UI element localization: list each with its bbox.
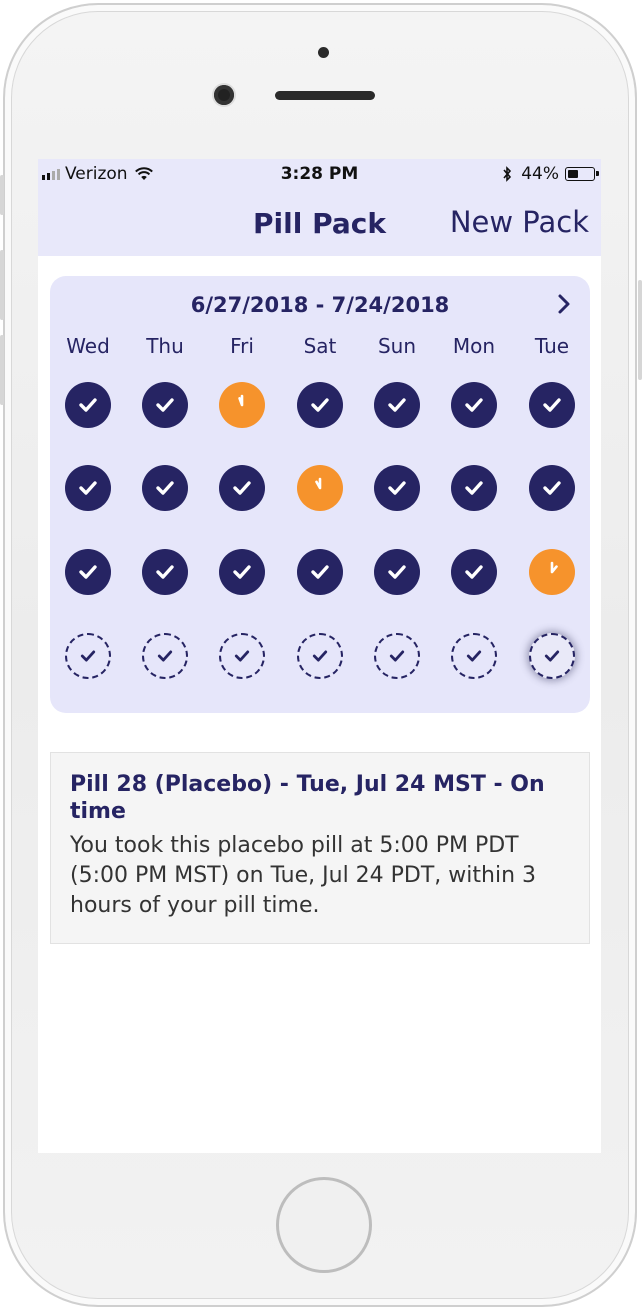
pill-taken-checkmark-icon[interactable] <box>142 382 188 428</box>
app-screen: Verizon 3:28 PM 44% Pill Pack New Pack 6… <box>38 159 601 1153</box>
pill-taken-checkmark-icon[interactable] <box>219 549 265 595</box>
placebo-pill-icon[interactable] <box>297 633 343 679</box>
pill-taken-checkmark-icon[interactable] <box>65 382 111 428</box>
pill-detail-text: You took this placebo pill at 5:00 PM PD… <box>70 833 537 918</box>
front-camera <box>214 85 234 105</box>
pill-taken-checkmark-icon[interactable] <box>451 382 497 428</box>
battery-group: 44% <box>501 164 599 184</box>
status-bar: Verizon 3:28 PM 44% <box>38 159 601 189</box>
pill-taken-checkmark-icon[interactable] <box>374 382 420 428</box>
pill-taken-checkmark-icon[interactable] <box>142 465 188 511</box>
weekday-label-fri: Fri <box>230 334 254 358</box>
home-button[interactable] <box>276 1177 372 1273</box>
placebo-pill-icon[interactable] <box>374 633 420 679</box>
weekday-label-tue: Tue <box>534 334 570 358</box>
navigation-bar: Pill Pack New Pack <box>38 189 601 256</box>
pill-detail-title: Pill 28 (Placebo) - Tue, Jul 24 MST - On… <box>70 772 545 824</box>
pill-late-clock-icon[interactable] <box>219 382 265 428</box>
weekday-label-thu: Thu <box>146 334 184 358</box>
pill-taken-checkmark-icon[interactable] <box>529 465 575 511</box>
pill-late-clock-icon[interactable] <box>529 549 575 595</box>
weekday-label-wed: Wed <box>66 334 110 358</box>
pill-late-clock-icon[interactable] <box>297 465 343 511</box>
battery-percent: 44% <box>521 164 559 184</box>
proximity-sensor <box>318 47 329 58</box>
pill-taken-checkmark-icon[interactable] <box>374 465 420 511</box>
new-pack-button[interactable]: New Pack <box>450 205 589 239</box>
weekday-label-mon: Mon <box>452 334 496 358</box>
pill-taken-checkmark-icon[interactable] <box>451 549 497 595</box>
pill-taken-checkmark-icon[interactable] <box>297 382 343 428</box>
weekday-label-sat: Sat <box>303 334 337 358</box>
power-button <box>638 280 642 380</box>
volume-up-button <box>0 250 4 320</box>
placebo-pill-icon[interactable] <box>65 633 111 679</box>
pill-taken-checkmark-icon[interactable] <box>65 465 111 511</box>
volume-down-button <box>0 335 4 405</box>
pill-taken-checkmark-icon[interactable] <box>219 465 265 511</box>
chevron-right-icon[interactable] <box>554 292 574 316</box>
earpiece-speaker <box>275 91 375 100</box>
pill-taken-checkmark-icon[interactable] <box>142 549 188 595</box>
pill-detail-card: Pill 28 (Placebo) - Tue, Jul 24 MST - On… <box>50 752 590 944</box>
placebo-pill-icon[interactable] <box>142 633 188 679</box>
pill-taken-checkmark-icon[interactable] <box>529 382 575 428</box>
pill-taken-checkmark-icon[interactable] <box>374 549 420 595</box>
placebo-pill-icon[interactable] <box>219 633 265 679</box>
placebo-pill-icon[interactable] <box>451 633 497 679</box>
pill-taken-checkmark-icon[interactable] <box>65 549 111 595</box>
weekday-label-sun: Sun <box>377 334 417 358</box>
battery-icon <box>565 167 599 181</box>
pill-calendar: 6/27/2018 - 7/24/2018 Wed Thu Fri Sat Sun Mon… <box>50 276 590 713</box>
placebo-pill-selected-icon[interactable] <box>529 633 575 679</box>
pill-taken-checkmark-icon[interactable] <box>451 465 497 511</box>
date-range: 6/27/2018 - 7/24/2018 <box>190 293 450 317</box>
mute-switch <box>0 175 4 215</box>
bluetooth-icon <box>503 166 512 182</box>
pill-taken-checkmark-icon[interactable] <box>297 549 343 595</box>
